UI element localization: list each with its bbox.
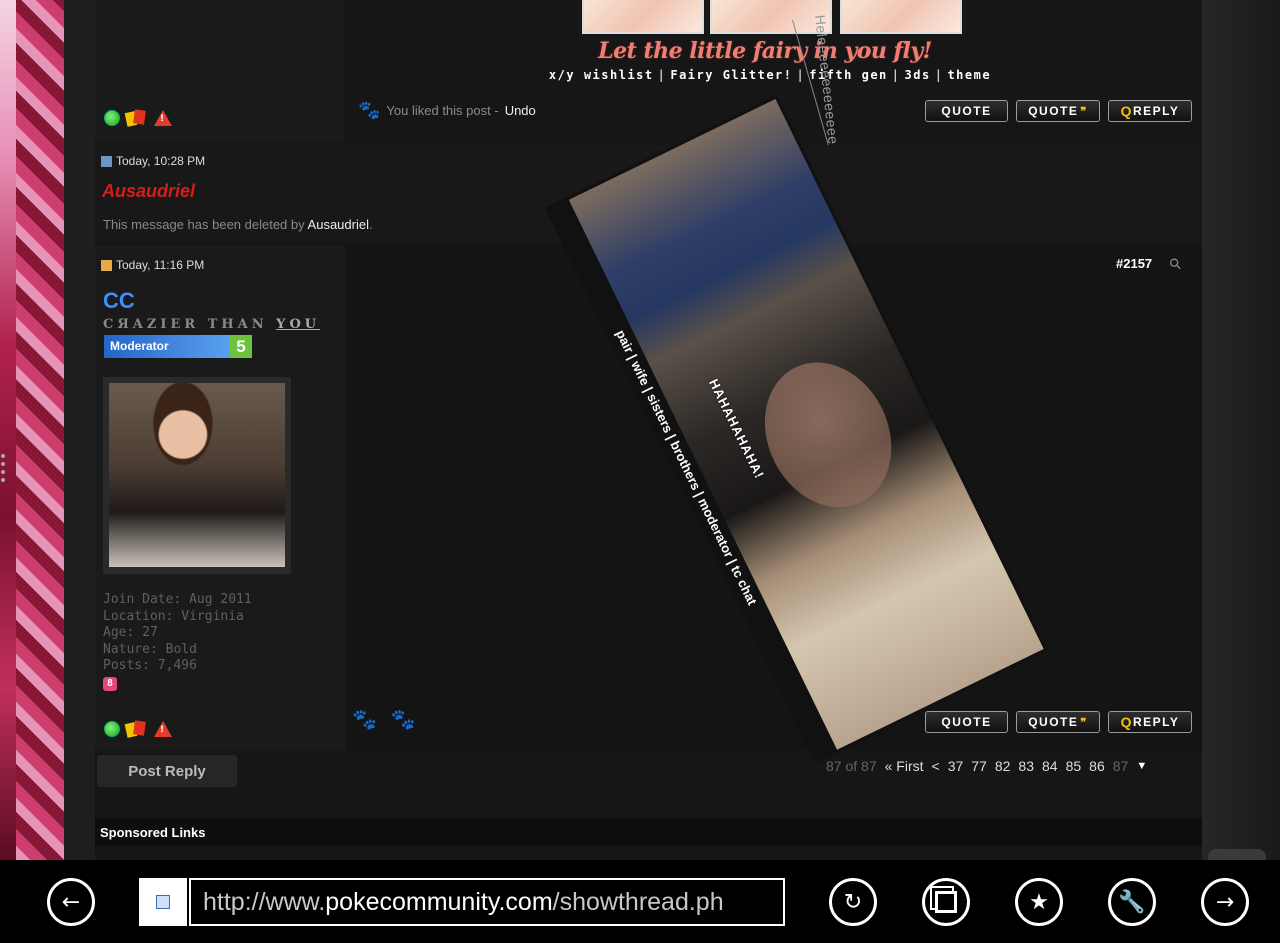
quote-button[interactable]: QUOTE [925, 711, 1008, 733]
deleted-message: This message has been deleted by Ausaudr… [103, 217, 373, 232]
join-date: Join Date: Aug 2011 [103, 592, 252, 607]
address-bar[interactable]: http://www.pokecommunity.com/showthread.… [189, 878, 785, 926]
right-background [1202, 0, 1280, 860]
post-number[interactable]: #2157 [1116, 256, 1152, 271]
post-date-row: Today, 11:16 PM [101, 258, 204, 272]
forward-icon[interactable]: → [1201, 878, 1249, 926]
prev-page-link[interactable]: < [932, 758, 940, 774]
post-status-icons: ! [104, 721, 172, 737]
favorite-icon[interactable]: ★ [1015, 878, 1063, 926]
like-bar: 🐾 You liked this post - Undo [358, 100, 536, 121]
cards-icon[interactable] [126, 110, 148, 126]
pagination: 87 of 87 « First < 37 77 82 83 84 85 86 … [826, 758, 1147, 774]
site-favicon [139, 878, 187, 926]
page-link[interactable]: 37 [948, 758, 964, 774]
sig-link-3ds[interactable]: 3ds [905, 68, 931, 82]
user-title-text: CЯAZIER THAN [103, 317, 277, 332]
online-status-icon [104, 721, 120, 737]
nature: Nature: Bold [103, 641, 197, 657]
sponsored-bar [95, 818, 1202, 846]
sig-link-theme[interactable]: theme [947, 68, 991, 82]
quick-reply-button[interactable]: Q REPLY [1108, 100, 1192, 122]
sig-link-fairy-glitter[interactable]: Fairy Glitter! [670, 68, 792, 82]
age: Age: 27 [103, 625, 158, 640]
multi-quote-button[interactable]: QUOTE ❞ [1016, 711, 1100, 733]
first-page-link[interactable]: « First [885, 758, 924, 774]
quick-reply-q: Q [1120, 714, 1133, 730]
post-old-icon [101, 155, 112, 167]
signature-image [582, 0, 704, 34]
current-page: 87 [1112, 758, 1129, 774]
deleted-by-user[interactable]: Ausaudriel [308, 217, 369, 232]
moderator-label: Moderator [104, 335, 230, 358]
comment-pokemon-icon[interactable]: 🐾 [352, 707, 377, 731]
page-link[interactable]: 85 [1066, 758, 1082, 774]
user-title: CЯAZIER THAN YOU [103, 317, 320, 332]
sig-link-wishlist[interactable]: x/y wishlist [549, 68, 654, 82]
mini-badge-icon: 8 [103, 676, 117, 691]
url-path: /showthread.ph [552, 888, 724, 916]
multi-quote-label: QUOTE [1028, 104, 1079, 118]
sponsored-links-label: Sponsored Links [100, 825, 206, 840]
multi-quote-button[interactable]: QUOTE ❞ [1016, 100, 1100, 122]
tools-icon[interactable]: 🔧 [1108, 878, 1156, 926]
signature-title: Let the little fairy in you fly! [598, 38, 932, 64]
undo-link[interactable]: Undo [505, 103, 536, 118]
deleted-post-author[interactable]: Ausaudriel [102, 181, 195, 202]
signature-links: x/y wishlist | Fairy Glitter! | fifth gen | 3d… [548, 68, 992, 82]
page-link[interactable]: 83 [1018, 758, 1034, 774]
signature-image [840, 0, 962, 34]
page-link[interactable]: 77 [971, 758, 987, 774]
cards-icon[interactable] [126, 721, 148, 737]
left-decoration [0, 0, 16, 860]
deleted-post-date: Today, 10:28 PM [116, 154, 206, 168]
edge-handle[interactable] [0, 450, 10, 490]
refresh-icon[interactable]: ↻ [829, 878, 877, 926]
deleted-post-date-row: Today, 10:28 PM [101, 154, 205, 168]
tabs-icon[interactable] [922, 878, 970, 926]
post-count: Posts: 7,496 [103, 658, 197, 673]
post-status-icons: ! [104, 110, 172, 126]
user-info: Join Date: Aug 2011 Location: Virginia A… [103, 592, 252, 691]
quick-reply-button[interactable]: Q REPLY [1108, 711, 1192, 733]
page-link[interactable]: 82 [995, 758, 1011, 774]
user-title-you: YOU [276, 317, 321, 332]
deleted-message-suffix: . [368, 217, 373, 232]
signature-banner [582, 0, 964, 34]
like-pokemon-icon[interactable]: 🐾 [391, 707, 416, 731]
post-reply-button[interactable]: Post Reply [97, 755, 237, 787]
report-icon[interactable]: ! [154, 110, 172, 126]
post-username[interactable]: CC [103, 288, 135, 314]
page-link[interactable]: 84 [1042, 758, 1058, 774]
like-buttons: 🐾 🐾 [352, 707, 416, 731]
liked-text: You liked this post - [386, 103, 499, 118]
like-pokemon-icon: 🐾 [358, 100, 381, 121]
avatar[interactable] [103, 377, 291, 574]
url-domain: pokecommunity.com [325, 888, 553, 916]
post-new-icon [101, 259, 112, 271]
multi-quote-label: QUOTE [1028, 715, 1079, 729]
online-status-icon [104, 110, 120, 126]
page-jump-dropdown-icon[interactable]: ▼ [1136, 760, 1147, 772]
back-icon[interactable]: ← [47, 878, 95, 926]
url-prefix: http://www. [203, 888, 326, 916]
page-info: 87 of 87 [826, 758, 877, 774]
quote-marks-icon: ❞ [1080, 716, 1088, 729]
moderator-level: 5 [230, 335, 252, 358]
quick-reply-label: REPLY [1132, 715, 1180, 729]
moderator-badge: Moderator 5 [104, 335, 252, 358]
quote-button[interactable]: QUOTE [925, 100, 1008, 122]
quote-marks-icon: ❞ [1080, 105, 1088, 118]
quick-reply-label: REPLY [1132, 104, 1180, 118]
page-link[interactable]: 86 [1089, 758, 1105, 774]
post-date: Today, 11:16 PM [116, 258, 205, 272]
theme-side-pattern [16, 0, 64, 860]
report-icon[interactable]: ! [154, 721, 172, 737]
quick-reply-q: Q [1120, 103, 1133, 119]
avatar-image [109, 383, 285, 567]
deleted-message-prefix: This message has been deleted by [103, 217, 305, 232]
location: Location: Virginia [103, 608, 244, 624]
